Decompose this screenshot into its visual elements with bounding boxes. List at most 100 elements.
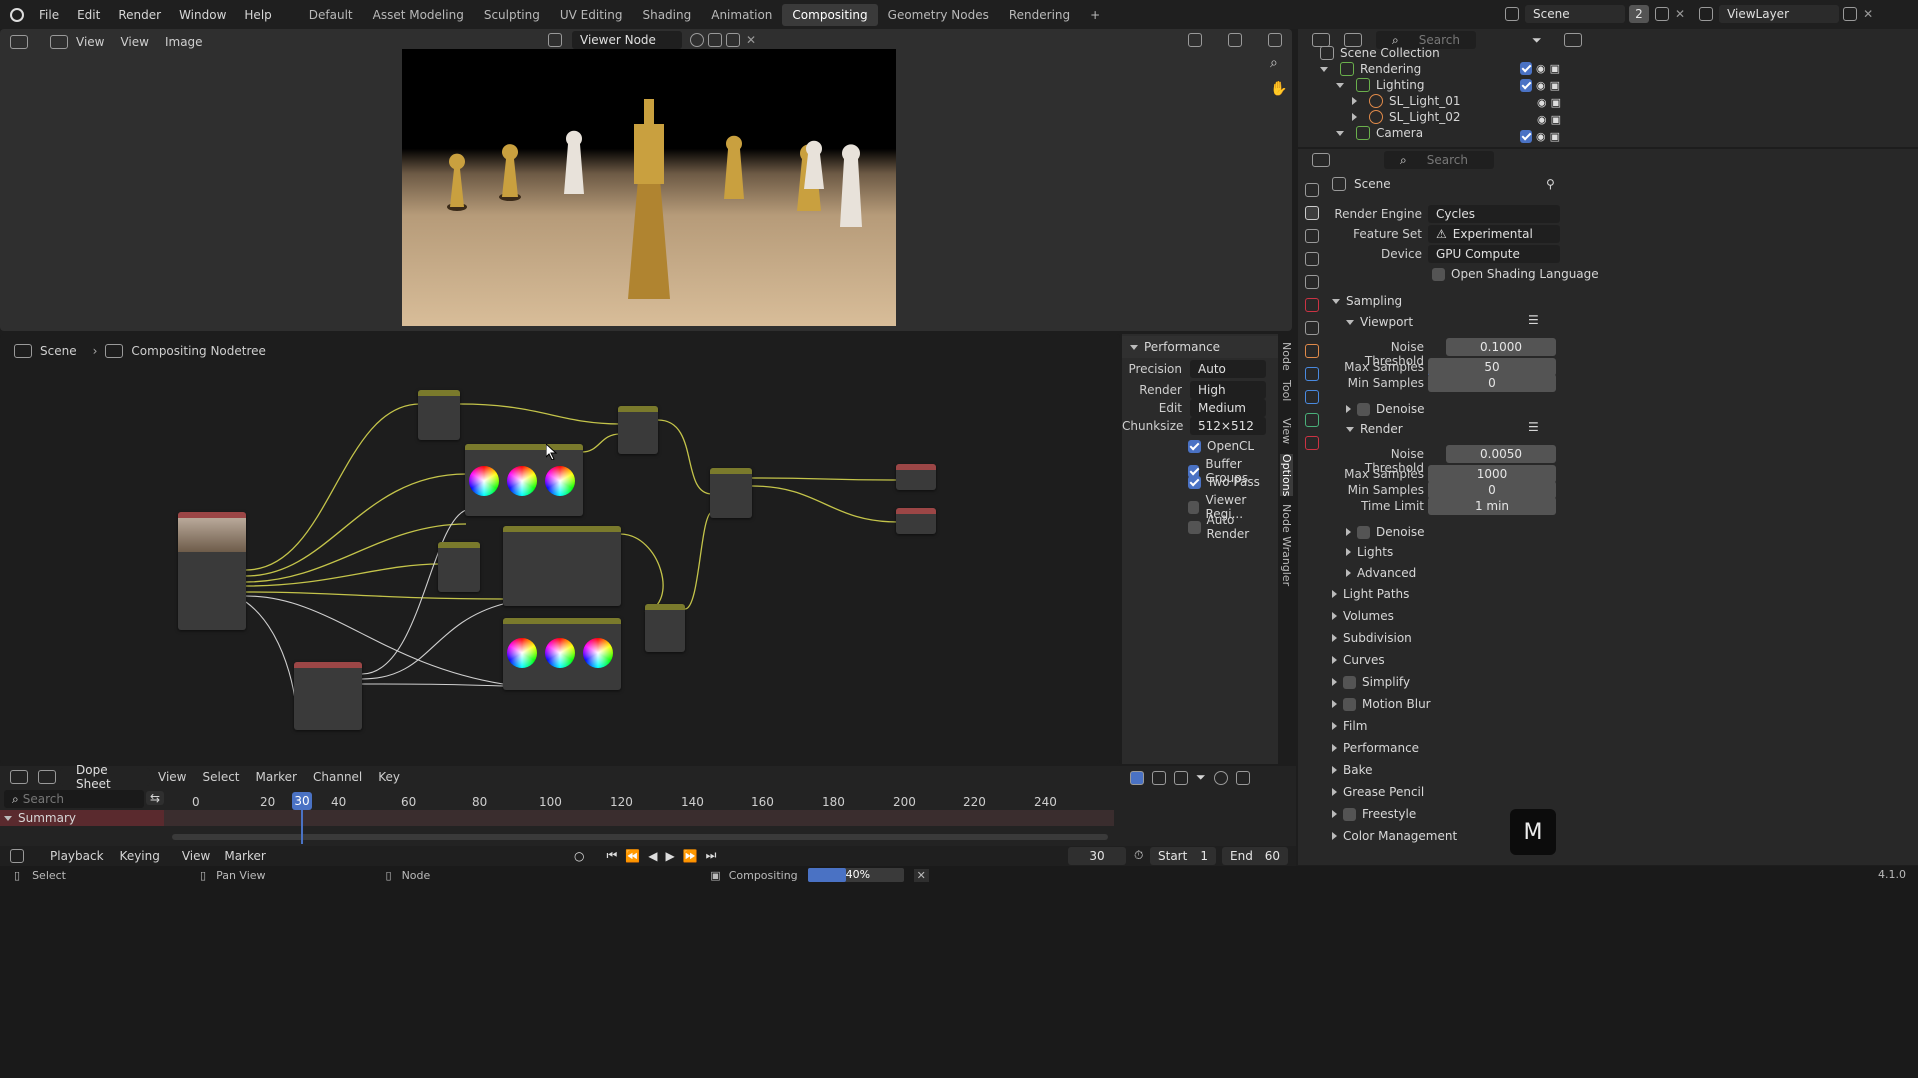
device-dropdown[interactable]: GPU Compute: [1428, 245, 1560, 263]
jump-end-icon[interactable]: ⏭: [706, 848, 717, 863]
marker-menu[interactable]: Marker: [224, 849, 265, 863]
open-image-icon[interactable]: [726, 33, 740, 47]
add-workspace-button[interactable]: +: [1080, 4, 1110, 26]
render-quality-dropdown[interactable]: High: [1190, 381, 1266, 399]
zoom-icon[interactable]: ⌕: [1270, 55, 1278, 71]
tab-view[interactable]: View: [1280, 418, 1293, 444]
editor-type-icon[interactable]: [10, 35, 28, 49]
node-editor[interactable]: Scene › Compositing Nodetree: [0, 334, 1120, 764]
menu-window[interactable]: Window: [170, 8, 235, 22]
data-tab-icon[interactable]: [1305, 413, 1319, 427]
color-wheel-icon[interactable]: [507, 638, 537, 668]
color-wheel-icon[interactable]: [469, 466, 499, 496]
filter-icon[interactable]: ⏷: [1196, 770, 1206, 785]
blender-logo-icon[interactable]: [10, 7, 24, 22]
include-checkbox[interactable]: [1520, 79, 1532, 92]
pin-icon[interactable]: ⚲: [1546, 177, 1555, 191]
cancel-job-icon[interactable]: ✕: [913, 868, 929, 882]
list-icon[interactable]: ☰: [1528, 313, 1539, 327]
tab-node[interactable]: Node: [1280, 342, 1293, 371]
two-pass-checkbox[interactable]: [1188, 475, 1201, 489]
menu-file[interactable]: File: [30, 8, 68, 22]
next-keyframe-icon[interactable]: ⏩: [683, 849, 698, 863]
include-checkbox[interactable]: [1520, 130, 1532, 143]
time-limit-field[interactable]: 1 min: [1428, 497, 1556, 515]
view-menu[interactable]: View: [182, 849, 210, 863]
tab-geometry-nodes[interactable]: Geometry Nodes: [878, 4, 999, 26]
curves-section[interactable]: Curves: [1332, 649, 1560, 671]
color-wheel-icon[interactable]: [583, 638, 613, 668]
chunksize-dropdown[interactable]: 512×512: [1190, 417, 1266, 435]
properties-search-input[interactable]: ⌕ Search: [1384, 151, 1494, 169]
feature-set-dropdown[interactable]: ⚠ Experimental: [1428, 225, 1560, 243]
play-icon[interactable]: ▶: [665, 849, 674, 863]
menu-view[interactable]: View: [112, 35, 156, 49]
close-icon[interactable]: ✕: [1675, 7, 1685, 21]
mix-node[interactable]: [710, 468, 752, 518]
view-layer-tab-icon[interactable]: [1305, 252, 1319, 266]
performance-section[interactable]: Performance: [1332, 737, 1560, 759]
scene-selector[interactable]: Scene: [1525, 5, 1625, 23]
eye-icon[interactable]: ◉: [1536, 79, 1546, 92]
grease-pencil-section[interactable]: Grease Pencil: [1332, 781, 1560, 803]
editor-type-icon[interactable]: [1312, 153, 1330, 167]
viewer-region-checkbox[interactable]: [1188, 500, 1200, 514]
render-noise-threshold-field[interactable]: 0.0050: [1446, 445, 1556, 463]
camera-icon[interactable]: ▣: [1550, 79, 1560, 92]
freestyle-checkbox[interactable]: [1343, 807, 1356, 821]
subdivision-section[interactable]: Subdivision: [1332, 627, 1560, 649]
world-tab-icon[interactable]: [1305, 298, 1319, 312]
snapping-icon[interactable]: [1213, 770, 1228, 785]
viewport-noise-threshold-field[interactable]: 0.1000: [1446, 338, 1556, 356]
render-denoise-subsection[interactable]: Denoise: [1346, 521, 1556, 543]
performance-panel-header[interactable]: Performance: [1122, 336, 1278, 358]
horizontal-scrollbar[interactable]: [172, 834, 1108, 840]
tab-sculpting[interactable]: Sculpting: [474, 4, 550, 26]
color-wheel-icon[interactable]: [545, 466, 575, 496]
denoise-checkbox[interactable]: [1357, 525, 1370, 539]
texture-tab-icon[interactable]: [1305, 436, 1319, 450]
camera-icon[interactable]: ▣: [1550, 130, 1560, 143]
color-wheel-icon[interactable]: [507, 466, 537, 496]
keying-menu[interactable]: Keying: [120, 849, 160, 863]
menu-channel[interactable]: Channel: [305, 770, 370, 784]
display-channels-icon[interactable]: [1268, 33, 1282, 47]
auto-keying-icon[interactable]: ○: [574, 849, 584, 863]
film-section[interactable]: Film: [1332, 715, 1560, 737]
current-frame-indicator[interactable]: 30: [292, 792, 312, 810]
swap-icon[interactable]: ⇆: [146, 791, 165, 805]
color-wheel-icon[interactable]: [545, 638, 575, 668]
render-layers-node[interactable]: [178, 512, 246, 630]
summary-channel[interactable]: Summary: [0, 810, 164, 826]
jump-start-icon[interactable]: ⏮: [606, 848, 617, 863]
composite-node[interactable]: [896, 508, 936, 534]
viewport-min-samples-field[interactable]: 0: [1428, 374, 1556, 392]
tab-options[interactable]: Options: [1280, 454, 1293, 497]
tab-compositing[interactable]: Compositing: [782, 3, 878, 26]
view-layer-selector[interactable]: ViewLayer: [1719, 5, 1840, 23]
viewer-node-field[interactable]: Viewer Node: [572, 31, 682, 49]
light-paths-section[interactable]: Light Paths: [1332, 583, 1560, 605]
overlay-icon[interactable]: [1228, 33, 1242, 47]
mix-node[interactable]: [438, 542, 480, 592]
render-tab-icon[interactable]: [1305, 206, 1319, 220]
tab-asset-modeling[interactable]: Asset Modeling: [363, 4, 474, 26]
physics-tab-icon[interactable]: [1305, 367, 1319, 381]
osl-checkbox[interactable]: [1432, 267, 1445, 281]
menu-help[interactable]: Help: [235, 8, 280, 22]
edit-quality-dropdown[interactable]: Medium: [1190, 399, 1266, 417]
camera-icon[interactable]: ▣: [1551, 96, 1561, 109]
end-frame-field[interactable]: End 60: [1222, 847, 1288, 865]
gizmo-icon[interactable]: [1188, 33, 1202, 47]
menu-edit[interactable]: Edit: [68, 8, 109, 22]
eye-icon[interactable]: ◉: [1536, 130, 1546, 143]
volumes-section[interactable]: Volumes: [1332, 605, 1560, 627]
opencl-checkbox[interactable]: [1188, 439, 1201, 453]
camera-icon[interactable]: ▣: [1550, 62, 1560, 75]
prev-keyframe-icon[interactable]: ⏪: [625, 849, 640, 863]
list-icon[interactable]: ☰: [1528, 420, 1539, 434]
image-browse-icon[interactable]: [548, 33, 562, 47]
collection-tab-icon[interactable]: [1305, 321, 1319, 335]
close-icon[interactable]: ✕: [1863, 7, 1873, 21]
mix-node[interactable]: [418, 390, 460, 440]
